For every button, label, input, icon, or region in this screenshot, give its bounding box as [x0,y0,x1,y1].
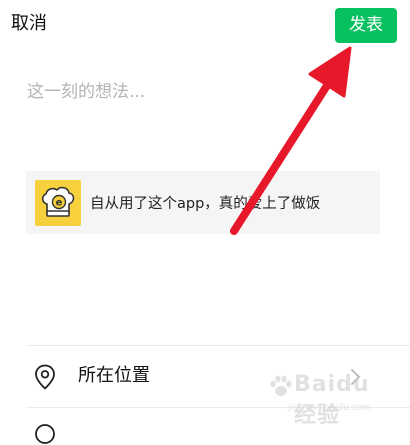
mention-icon [35,424,55,444]
shared-link-card[interactable]: e 自从用了这个app，真的爱上了做饭 [26,171,380,234]
paw-icon [270,375,292,396]
location-pin-icon [35,364,55,390]
cancel-button[interactable]: 取消 [11,12,47,36]
svg-text:e: e [56,197,63,208]
watermark-logo: Baidu经验 [294,372,370,428]
thoughts-input[interactable] [27,82,357,102]
share-title: 自从用了这个app，真的爱上了做饭 [90,196,321,212]
location-label: 所在位置 [78,365,150,386]
publish-button[interactable]: 发表 [335,8,397,43]
baidu-watermark: Baidu经验 jingyan.baidu.com [268,372,392,428]
watermark-subtitle: jingyan.baidu.com [288,403,372,413]
chef-hat-e-icon: e [41,186,75,217]
top-bar: 取消 发表 [0,0,410,52]
share-thumbnail: e [35,179,81,226]
